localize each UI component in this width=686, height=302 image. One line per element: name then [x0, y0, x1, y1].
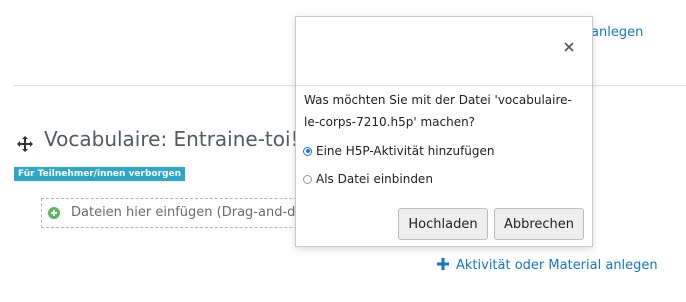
add-activity-link-top[interactable]: anlegen — [591, 25, 643, 40]
radio-h5p-activity[interactable] — [303, 146, 312, 156]
option-embed-file[interactable]: Als Datei einbinden — [303, 172, 433, 186]
file-action-dialog: Was möchten Sie mit der Datei 'vocabulai… — [295, 16, 593, 247]
cancel-button[interactable]: Abbrechen — [494, 208, 584, 240]
close-icon[interactable] — [562, 40, 576, 54]
plus-icon — [437, 258, 449, 270]
option-embed-file-label: Als Datei einbinden — [316, 172, 433, 186]
upload-button[interactable]: Hochladen — [398, 208, 488, 240]
section-title: Vocabulaire: Entraine-toi! — [44, 127, 299, 151]
move-icon[interactable] — [16, 135, 34, 153]
dropzone-text: Dateien hier einfügen (Drag-and-drop) — [71, 205, 322, 220]
add-activity-link[interactable]: Aktivität oder Material anlegen — [437, 258, 658, 273]
add-activity-label: Aktivität oder Material anlegen — [456, 258, 658, 273]
option-h5p-activity[interactable]: Eine H5P-Aktivität hinzufügen — [303, 144, 495, 158]
option-h5p-activity-label: Eine H5P-Aktivität hinzufügen — [316, 144, 495, 158]
add-file-icon — [48, 207, 60, 219]
dialog-question: Was möchten Sie mit der Datei 'vocabulai… — [304, 93, 572, 129]
hidden-badge: Für Teilnehmer/innen verborgen — [14, 167, 185, 181]
radio-embed-file[interactable] — [303, 174, 312, 184]
dialog-header — [296, 17, 592, 86]
